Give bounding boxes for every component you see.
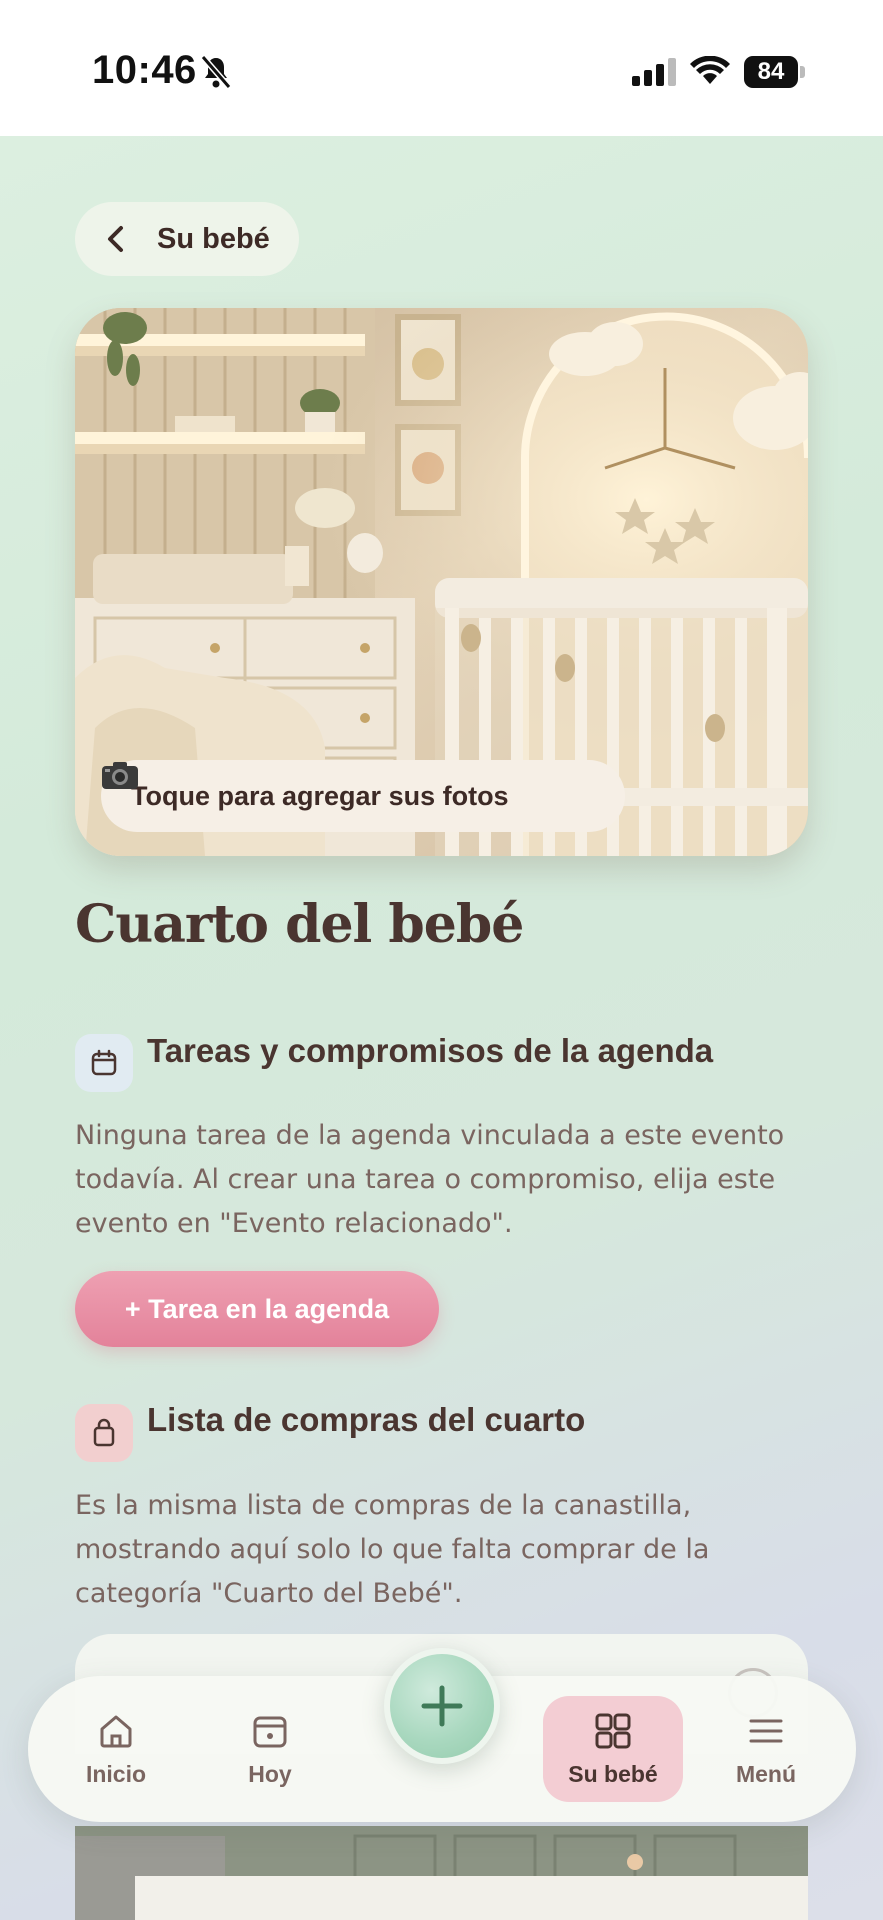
plus-icon (421, 1685, 463, 1727)
battery-level: 84 (744, 56, 798, 88)
shopping-bag-icon (75, 1404, 133, 1462)
camera-icon (102, 762, 138, 789)
agenda-section-title: Tareas y compromisos de la agenda (147, 1032, 714, 1069)
add-agenda-task-button[interactable]: + Tarea en la agenda (75, 1271, 439, 1347)
back-button[interactable]: Su bebé (75, 202, 299, 276)
bell-slash-icon (200, 55, 232, 89)
nav-item-menu[interactable]: Menú (696, 1676, 836, 1822)
page-title: Cuarto del bebé (75, 894, 524, 955)
calendar-icon (253, 1716, 287, 1747)
agenda-section-description: Ninguna tarea de la agenda vinculada a e… (75, 1120, 785, 1239)
menu-icon (749, 1719, 783, 1742)
shopping-section-title: Lista de compras del cuarto (147, 1401, 586, 1438)
add-photos-label: Toque para agregar sus fotos (131, 780, 509, 811)
grid-icon (595, 1713, 631, 1748)
nav-item-su-bebe[interactable]: Su bebé (543, 1696, 683, 1802)
wifi-icon (690, 56, 730, 84)
chevron-left-icon (108, 226, 123, 252)
nav-label-inicio: Inicio (85, 1760, 147, 1787)
nursery-photo[interactable]: Toque para agregar sus fotos (75, 308, 808, 856)
calendar-icon (75, 1034, 133, 1092)
nav-item-inicio[interactable]: Inicio (46, 1676, 186, 1822)
battery-icon: 84 (744, 56, 806, 88)
home-icon (100, 1715, 132, 1747)
status-time: 10:46 (92, 48, 197, 92)
nav-item-hoy[interactable]: Hoy (200, 1676, 340, 1822)
nursery-item-photo (75, 1826, 808, 1920)
status-bar: 10:46 84 (0, 0, 883, 136)
nav-label-hoy: Hoy (248, 1760, 292, 1787)
add-fab-button[interactable] (384, 1648, 500, 1764)
nav-label-menu: Menú (735, 1760, 797, 1787)
add-photos-button[interactable]: Toque para agregar sus fotos (101, 760, 625, 832)
back-label: Su bebé (157, 222, 270, 255)
shopping-section-description: Es la misma lista de compras de la canas… (75, 1490, 710, 1609)
nav-label-su-bebe: Su bebé (568, 1760, 658, 1787)
signal-icon (632, 58, 676, 86)
